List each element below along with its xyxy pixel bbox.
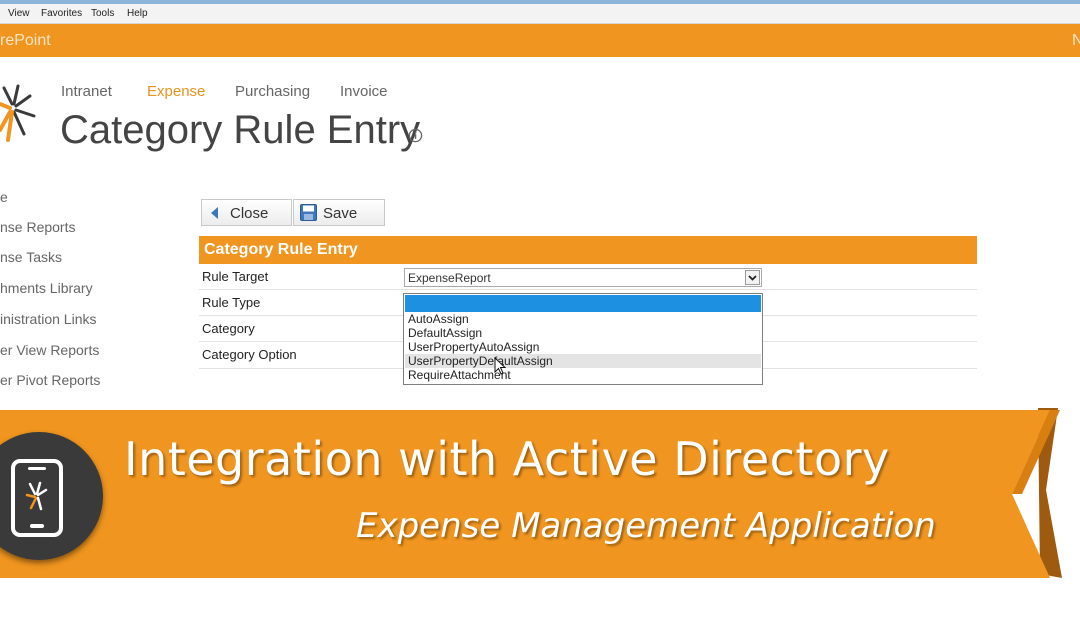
top-nav-invoice[interactable]: Invoice bbox=[340, 83, 388, 100]
back-arrow-icon bbox=[211, 207, 218, 219]
banner-title: Integration with Active Directory bbox=[124, 432, 890, 486]
left-nav-item-attachments-library[interactable]: hments Library bbox=[0, 280, 93, 296]
top-nav-intranet[interactable]: Intranet bbox=[61, 83, 112, 100]
option-auto-assign[interactable]: AutoAssign bbox=[405, 312, 761, 326]
form-section-title: Category Rule Entry bbox=[204, 241, 358, 258]
rule-type-selected-option[interactable] bbox=[405, 295, 761, 312]
category-option-label: Category Option bbox=[202, 347, 297, 362]
save-button[interactable]: Save bbox=[293, 199, 385, 226]
option-default-assign[interactable]: DefaultAssign bbox=[405, 326, 761, 340]
banner-subtitle: Expense Management Application bbox=[356, 506, 936, 546]
rule-target-label: Rule Target bbox=[202, 269, 269, 284]
menu-help[interactable]: Help bbox=[127, 8, 148, 19]
rule-type-label: Rule Type bbox=[202, 295, 261, 310]
close-button-label: Close bbox=[230, 205, 269, 222]
rule-target-select[interactable]: ExpenseReport bbox=[404, 268, 762, 287]
suite-brand[interactable]: rePoint bbox=[0, 32, 51, 50]
rule-target-value: ExpenseReport bbox=[408, 271, 491, 285]
suite-user[interactable]: N bbox=[1072, 32, 1080, 50]
save-button-label: Save bbox=[323, 205, 358, 222]
menu-favorites[interactable]: Favorites bbox=[41, 8, 82, 19]
category-label: Category bbox=[202, 321, 255, 336]
left-nav-item-administration-links[interactable]: inistration Links bbox=[0, 311, 97, 327]
menu-view[interactable]: View bbox=[8, 8, 30, 19]
floppy-disk-icon bbox=[300, 204, 317, 221]
form-section-header: Category Rule Entry bbox=[199, 236, 977, 264]
page-title: Category Rule Entry bbox=[60, 108, 421, 152]
top-nav-expense[interactable]: Expense bbox=[147, 83, 205, 100]
mouse-cursor-icon bbox=[494, 357, 506, 375]
chevron-down-icon[interactable] bbox=[745, 270, 760, 285]
option-user-property-auto-assign[interactable]: UserPropertyAutoAssign bbox=[405, 340, 761, 354]
close-button[interactable]: Close bbox=[201, 199, 292, 226]
left-nav-item-expense-tasks[interactable]: nse Tasks bbox=[0, 249, 62, 265]
rule-type-dropdown-list[interactable]: AutoAssign DefaultAssign UserPropertyAut… bbox=[403, 293, 763, 385]
option-require-attachment[interactable]: RequireAttachment bbox=[405, 368, 761, 382]
browser-menu-bar: View Favorites Tools Help bbox=[0, 0, 1080, 24]
mobile-phone-icon bbox=[11, 459, 63, 537]
top-nav-purchasing[interactable]: Purchasing bbox=[235, 83, 310, 100]
left-nav-item-manager-view-reports[interactable]: er View Reports bbox=[0, 342, 99, 358]
left-nav-item-expense-reports[interactable]: nse Reports bbox=[0, 219, 75, 235]
left-nav-item-manager-pivot-reports[interactable]: er Pivot Reports bbox=[0, 372, 100, 388]
option-user-property-default-assign[interactable]: UserPropertyDefaultAssign bbox=[405, 354, 761, 368]
suite-bar: rePoint N bbox=[0, 24, 1080, 57]
left-nav-item-home[interactable]: e bbox=[0, 189, 8, 205]
menu-tools[interactable]: Tools bbox=[91, 8, 114, 19]
site-logo[interactable] bbox=[0, 82, 36, 152]
info-circle-icon[interactable] bbox=[408, 128, 423, 143]
